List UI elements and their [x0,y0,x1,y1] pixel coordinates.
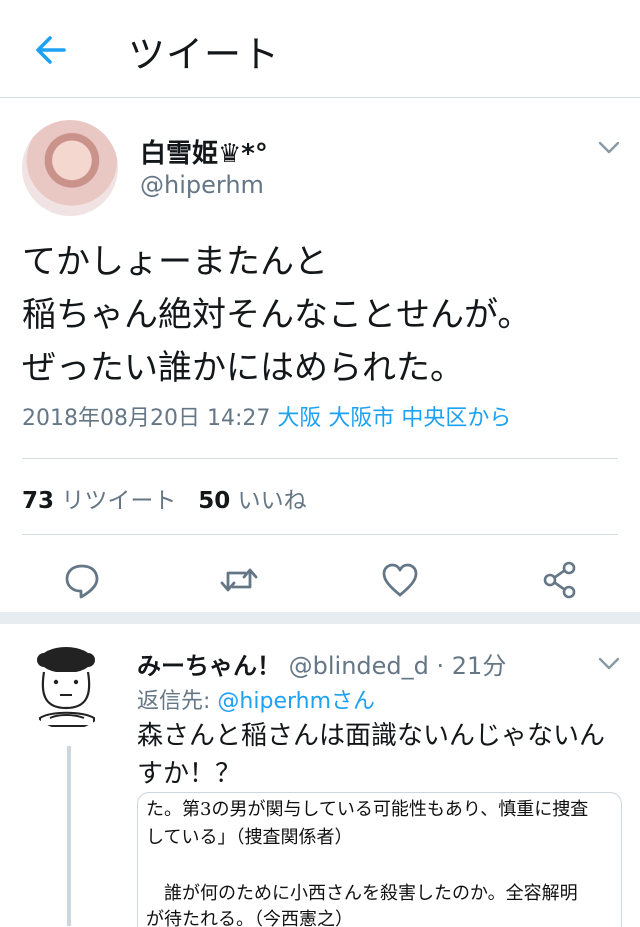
like-count[interactable]: 50 [198,488,230,514]
quoted-image-text: 誰が何のために小西さんを殺害したのか。全容解明 [164,883,578,904]
quoted-image-text: た。第3の男が関与している可能性もあり、慎重に捜査 [146,799,589,820]
reply-handle-time[interactable]: @blinded_d · 21分 [289,652,507,680]
chevron-down-icon[interactable] [598,656,620,670]
reply-icon[interactable] [62,560,102,600]
tweet-text-line: ぜったい誰かにはめられた。 [22,348,464,388]
tweet-stats: 73 リツイート 50 いいね [22,481,307,515]
reply-to-handle-link[interactable]: @hiperhmさん [217,689,375,714]
stats-divider [22,534,618,535]
header-divider [0,97,640,98]
quoted-image-text: している」（捜査関係者） [146,827,353,848]
reply-avatar[interactable] [22,638,114,730]
chevron-down-icon[interactable] [598,140,620,154]
page-title: ツイート [128,33,280,76]
tweet-location-link[interactable]: 大阪 大阪市 中央区から [277,406,511,431]
tweet-timestamp[interactable]: 2018年08月20日 14:27 [22,406,270,431]
quoted-image-text: が待たれる。（今西憲之） [146,909,353,927]
reply-to-line: 返信先: @hiperhmさん [137,683,375,715]
tweet-text: てかしょーまたんと 稲ちゃん絶対そんなことせんが。 ぜったい誰かにはめられた。 [22,236,622,395]
tweet-text-line: てかしょーまたんと [22,242,328,282]
tweet-text-line: 稲ちゃん絶対そんなことせんが。 [22,295,532,335]
section-separator [0,612,640,624]
reply-author[interactable]: みーちゃん！ @blinded_d · 21分 [137,646,506,681]
top-bar: ツイート [0,0,640,97]
user-handle[interactable]: @hiperhm [140,171,264,199]
tweet-meta: 2018年08月20日 14:27 大阪 大阪市 中央区から [22,400,511,432]
retweet-label[interactable]: リツイート [61,488,176,514]
retweet-count[interactable]: 73 [22,488,54,514]
retweet-icon[interactable] [219,560,259,600]
reply-display-name[interactable]: みーちゃん！ [137,652,281,680]
quoted-image[interactable]: た。第3の男が関与している可能性もあり、慎重に捜査 している」（捜査関係者） 誰… [137,792,622,927]
user-display-name[interactable]: 白雪姫♛*° [140,133,268,170]
arrow-left-icon[interactable] [30,30,70,70]
avatar[interactable] [22,120,118,216]
thread-line [67,746,71,926]
like-label[interactable]: いいね [238,488,307,514]
reply-to-label: 返信先: [137,689,211,714]
meta-divider [22,458,618,459]
share-icon[interactable] [540,560,580,600]
reply-text: 森さんと稲さんは面識ないんじゃないんすか！？ [137,721,606,789]
like-icon[interactable] [380,560,420,600]
